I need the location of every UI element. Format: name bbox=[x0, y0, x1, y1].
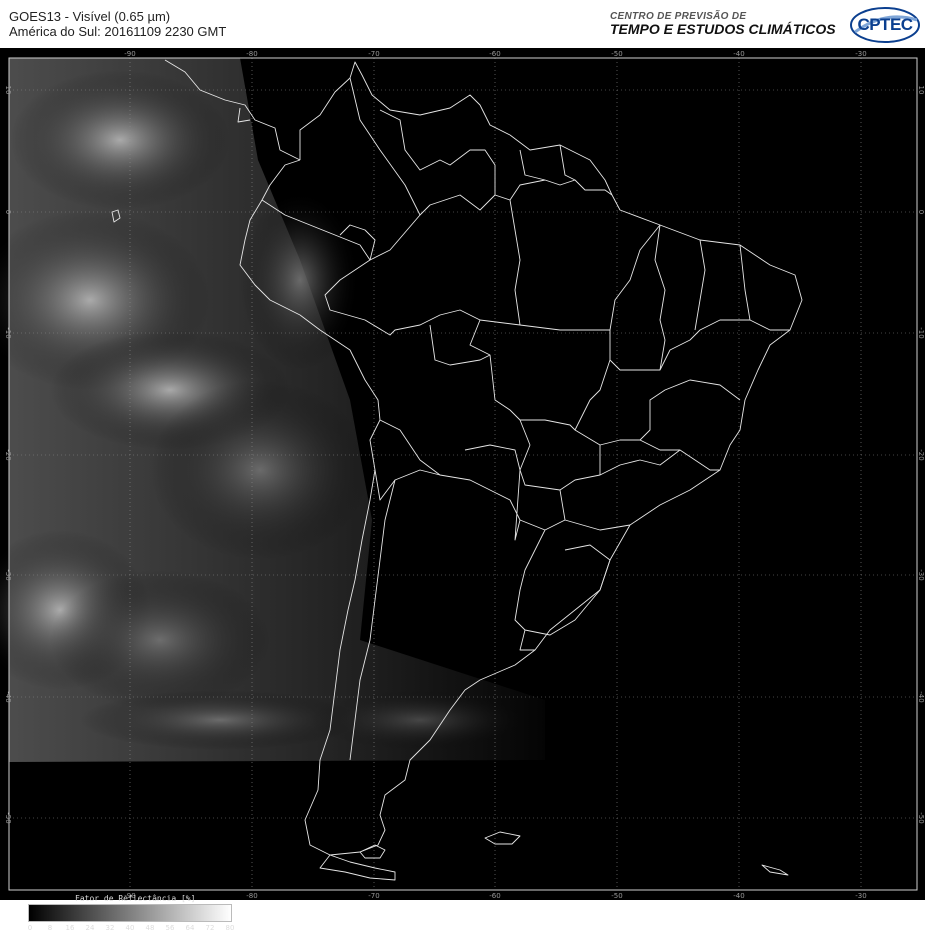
cptec-logo: CPTEC bbox=[849, 6, 921, 44]
longitude-labels-top: -90 -80 -70 -60 -50 -40 -30 bbox=[124, 50, 866, 58]
lat-label: 0 bbox=[4, 210, 12, 214]
org-name-line2: TEMPO E ESTUDOS CLIMÁTICOS bbox=[610, 21, 836, 37]
lon-label: -40 bbox=[733, 50, 744, 58]
lat-label: -10 bbox=[917, 327, 925, 338]
colorbar-labels: 0 8 16 24 32 40 48 56 64 72 80 bbox=[22, 924, 238, 934]
lon-label: -30 bbox=[855, 50, 866, 58]
lat-label: -20 bbox=[917, 449, 925, 460]
lon-label: -30 bbox=[855, 892, 866, 900]
colorbar-label: 40 bbox=[125, 924, 135, 932]
satellite-map: -90 -80 -70 -60 -50 -40 -30 -90 -80 -70 … bbox=[0, 48, 925, 932]
lat-label: 10 bbox=[4, 86, 12, 95]
colorbar-label: 56 bbox=[165, 924, 175, 932]
colorbar-label: 0 bbox=[27, 924, 33, 932]
colorbar-label: 16 bbox=[65, 924, 75, 932]
lat-label: -10 bbox=[4, 327, 12, 338]
lon-label: -40 bbox=[733, 892, 744, 900]
lat-label: -50 bbox=[4, 812, 12, 823]
header-bar: GOES13 - Visível (0.65 µm) América do Su… bbox=[0, 0, 925, 52]
lon-label: -70 bbox=[368, 892, 379, 900]
latitude-labels-right: 10 0 -10 -20 -30 -40 -50 bbox=[917, 86, 925, 824]
lon-label: -80 bbox=[246, 892, 257, 900]
longitude-labels-bottom: -90 -80 -70 -60 -50 -40 -30 bbox=[124, 892, 866, 900]
region-datetime: América do Sul: 20161109 2230 GMT bbox=[9, 24, 227, 39]
colorbar-label: 64 bbox=[185, 924, 195, 932]
lon-label: -70 bbox=[368, 50, 379, 58]
colorbar-label: 32 bbox=[105, 924, 115, 932]
product-title: GOES13 - Visível (0.65 µm) bbox=[9, 9, 171, 24]
cloud-imagery bbox=[0, 58, 545, 762]
colorbar-label: 72 bbox=[205, 924, 215, 932]
reflectance-colorbar bbox=[28, 904, 232, 922]
colorbar-label: 8 bbox=[47, 924, 53, 932]
lon-label: -50 bbox=[611, 50, 622, 58]
lat-label: -40 bbox=[917, 691, 925, 702]
lat-label: -20 bbox=[4, 449, 12, 460]
lat-label: -30 bbox=[917, 569, 925, 580]
colorbar-label: 80 bbox=[225, 924, 235, 932]
lat-label: -50 bbox=[917, 812, 925, 823]
lon-label: -50 bbox=[611, 892, 622, 900]
lon-label: -60 bbox=[489, 892, 500, 900]
colorbar-label: 48 bbox=[145, 924, 155, 932]
lat-label: 10 bbox=[917, 86, 925, 95]
lon-label: -60 bbox=[489, 50, 500, 58]
lat-label: -40 bbox=[4, 691, 12, 702]
lat-label: 0 bbox=[917, 210, 925, 214]
lat-label: -30 bbox=[4, 569, 12, 580]
colorbar-title: Fator de Reflectância [%] bbox=[75, 894, 196, 903]
logo-text: CPTEC bbox=[857, 15, 913, 34]
map-canvas: -90 -80 -70 -60 -50 -40 -30 -90 -80 -70 … bbox=[0, 50, 925, 900]
colorbar-label: 24 bbox=[85, 924, 95, 932]
lon-label: -80 bbox=[246, 50, 257, 58]
lon-label: -90 bbox=[124, 50, 135, 58]
